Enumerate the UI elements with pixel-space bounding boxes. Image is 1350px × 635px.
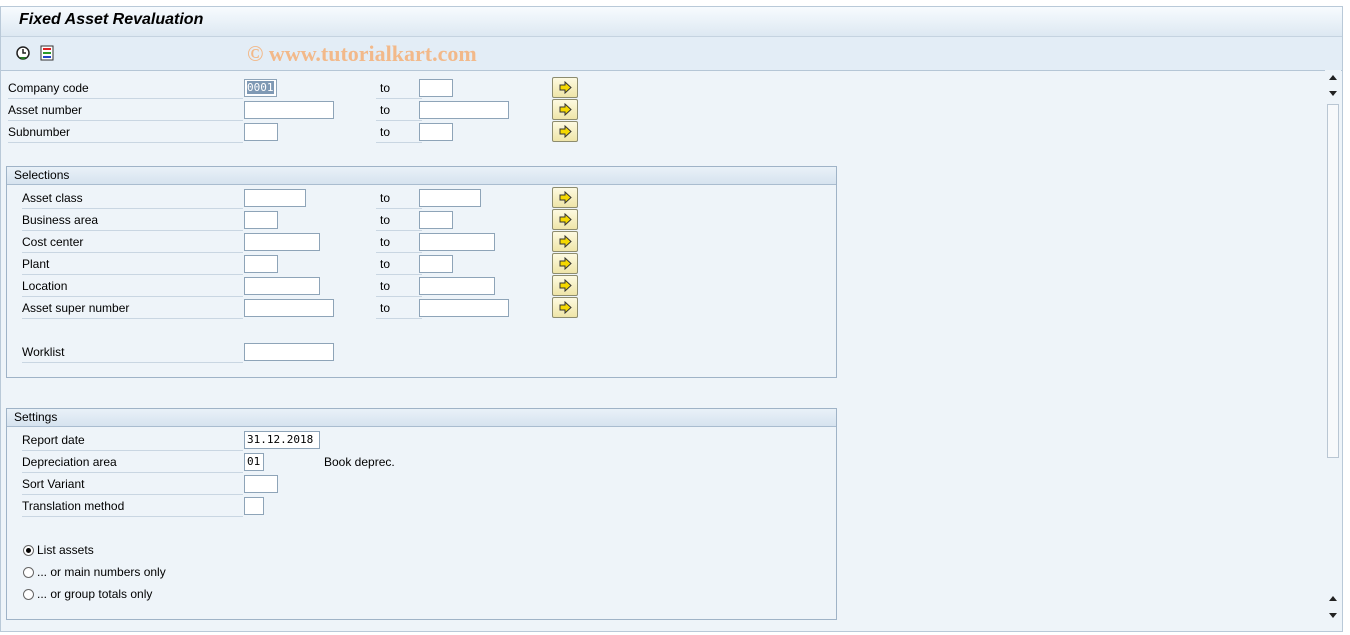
- location-to-input[interactable]: [419, 277, 495, 295]
- arrow-right-icon: [559, 257, 572, 270]
- settings-group-title: Settings: [7, 409, 836, 427]
- cost-center-to-label: to: [376, 232, 422, 253]
- list-assets-label: List assets: [37, 543, 94, 557]
- business-area-from-input[interactable]: [244, 211, 278, 229]
- sort-variant-label: Sort Variant: [22, 474, 243, 495]
- report-date-input[interactable]: 31.12.2018: [244, 431, 320, 449]
- worklist-input[interactable]: [244, 343, 334, 361]
- business-area-to-input[interactable]: [419, 211, 453, 229]
- report-date-label: Report date: [22, 430, 243, 451]
- arrow-right-icon: [559, 301, 572, 314]
- subnumber-from-input[interactable]: [244, 123, 278, 141]
- arrow-right-icon: [559, 125, 572, 138]
- arrow-right-icon: [559, 213, 572, 226]
- location-to-label: to: [376, 276, 422, 297]
- company-code-multiple-selection-button[interactable]: [552, 77, 578, 98]
- scroll-up-icon[interactable]: [1329, 75, 1337, 80]
- watermark: © www.tutorialkart.com: [247, 41, 477, 66]
- selections-group-title: Selections: [7, 167, 836, 185]
- subnumber-multiple-selection-button[interactable]: [552, 121, 578, 142]
- group-totals-only-label: ... or group totals only: [37, 587, 153, 601]
- arrow-right-icon: [559, 103, 572, 116]
- depreciation-area-description: Book deprec.: [324, 455, 395, 469]
- scrollbar-thumb[interactable]: [1327, 104, 1339, 458]
- scroll-down-bottom-icon[interactable]: [1329, 613, 1337, 618]
- application-toolbar: © www.tutorialkart.com: [1, 37, 1342, 71]
- scroll-down-icon[interactable]: [1329, 91, 1337, 96]
- business-area-label: Business area: [22, 210, 243, 231]
- business-area-multiple-selection-button[interactable]: [552, 209, 578, 230]
- asset-class-multiple-selection-button[interactable]: [552, 187, 578, 208]
- asset-number-label: Asset number: [8, 100, 243, 121]
- main-numbers-only-label: ... or main numbers only: [37, 565, 166, 579]
- asset-super-number-to-label: to: [376, 298, 422, 319]
- subnumber-to-input[interactable]: [419, 123, 453, 141]
- worklist-label: Worklist: [22, 342, 243, 363]
- plant-multiple-selection-button[interactable]: [552, 253, 578, 274]
- cost-center-to-input[interactable]: [419, 233, 495, 251]
- asset-class-to-label: to: [376, 188, 422, 209]
- company-code-to-label: to: [376, 78, 422, 99]
- group-totals-only-radio[interactable]: [23, 589, 34, 600]
- cost-center-label: Cost center: [22, 232, 243, 253]
- location-multiple-selection-button[interactable]: [552, 275, 578, 296]
- main-numbers-only-radio[interactable]: [23, 567, 34, 578]
- arrow-right-icon: [559, 235, 572, 248]
- arrow-right-icon: [559, 279, 572, 292]
- execute-clock-icon[interactable]: [15, 45, 31, 61]
- company-code-label: Company code: [8, 78, 243, 99]
- selection-options-icon[interactable]: [39, 45, 55, 61]
- arrow-right-icon: [559, 81, 572, 94]
- subnumber-to-label: to: [376, 122, 422, 143]
- asset-super-number-to-input[interactable]: [419, 299, 509, 317]
- cost-center-multiple-selection-button[interactable]: [552, 231, 578, 252]
- sort-variant-input[interactable]: [244, 475, 278, 493]
- scroll-up-bottom-icon[interactable]: [1329, 596, 1337, 601]
- list-assets-radio[interactable]: [23, 545, 34, 556]
- translation-method-label: Translation method: [22, 496, 243, 517]
- page-title: Fixed Asset Revaluation: [19, 11, 204, 28]
- plant-to-label: to: [376, 254, 422, 275]
- vertical-scrollbar[interactable]: [1325, 70, 1341, 630]
- location-from-input[interactable]: [244, 277, 320, 295]
- asset-class-from-input[interactable]: [244, 189, 306, 207]
- plant-to-input[interactable]: [419, 255, 453, 273]
- cost-center-from-input[interactable]: [244, 233, 320, 251]
- asset-class-label: Asset class: [22, 188, 243, 209]
- asset-super-number-label: Asset super number: [22, 298, 243, 319]
- depreciation-area-label: Depreciation area: [22, 452, 243, 473]
- asset-number-from-input[interactable]: [244, 101, 334, 119]
- asset-number-to-label: to: [376, 100, 422, 121]
- location-label: Location: [22, 276, 243, 297]
- arrow-right-icon: [559, 191, 572, 204]
- asset-super-number-from-input[interactable]: [244, 299, 334, 317]
- translation-method-input[interactable]: [244, 497, 264, 515]
- asset-number-multiple-selection-button[interactable]: [552, 99, 578, 120]
- subnumber-label: Subnumber: [8, 122, 243, 143]
- title-bar: Fixed Asset Revaluation: [1, 7, 1342, 37]
- plant-label: Plant: [22, 254, 243, 275]
- asset-number-to-input[interactable]: [419, 101, 509, 119]
- company-code-from-input[interactable]: 0001: [244, 79, 277, 97]
- plant-from-input[interactable]: [244, 255, 278, 273]
- depreciation-area-input[interactable]: 01: [244, 453, 264, 471]
- business-area-to-label: to: [376, 210, 422, 231]
- asset-super-number-multiple-selection-button[interactable]: [552, 297, 578, 318]
- company-code-to-input[interactable]: [419, 79, 453, 97]
- asset-class-to-input[interactable]: [419, 189, 481, 207]
